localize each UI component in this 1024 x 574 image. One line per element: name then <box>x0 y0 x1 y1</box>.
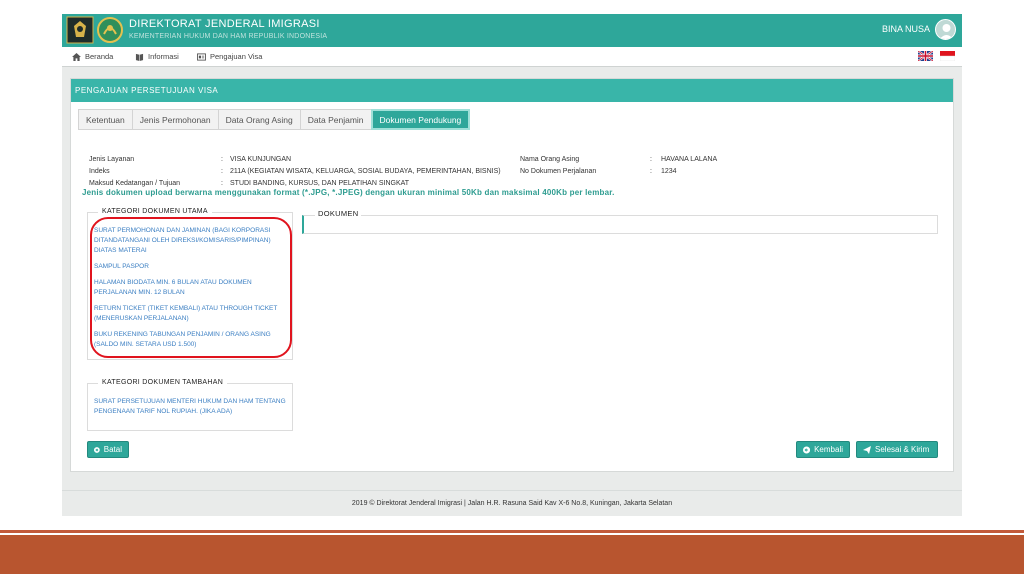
nav-item-label: Beranda <box>85 52 114 61</box>
nav-item-informasi[interactable]: Informasi <box>135 52 179 61</box>
avatar[interactable] <box>935 19 956 40</box>
slide: DIREKTORAT JENDERAL IMIGRASI KEMENTERIAN… <box>0 0 1024 574</box>
additional-category-title: KATEGORI DOKUMEN TAMBAHAN <box>98 379 228 386</box>
indonesia-flag[interactable] <box>940 51 955 61</box>
info-label-nama-orang-asing: Nama Orang Asing <box>520 156 580 163</box>
submit-button[interactable]: Selesai & Kirim <box>856 441 938 458</box>
english-flag[interactable] <box>918 51 933 61</box>
info-colon: : <box>650 168 652 175</box>
info-value-indeks: 211A (KEGIATAN WISATA, KELUARGA, SOSIAL … <box>230 168 501 175</box>
document-item[interactable]: RETURN TICKET (TIKET KEMBALI) ATAU THROU… <box>94 304 290 324</box>
document-item[interactable]: BUKU REKENING TABUNGAN PENJAMIN / ORANG … <box>94 330 290 350</box>
footer: 2019 © Direktorat Jenderal Imigrasi | Ja… <box>62 490 962 516</box>
home-icon <box>72 52 81 61</box>
book-icon <box>135 53 144 61</box>
back-button-label: Kembali <box>814 445 843 454</box>
info-label-no-dokumen: No Dokumen Perjalanan <box>520 168 597 175</box>
tab-data-orang-asing[interactable]: Data Orang Asing <box>217 109 300 130</box>
back-button[interactable]: Kembali <box>796 441 850 458</box>
tab-bar: Ketentuan Jenis Permohonan Data Orang As… <box>78 109 471 130</box>
app-title: DIREKTORAT JENDERAL IMIGRASI <box>129 18 320 30</box>
panel-title: PENGAJUAN PERSETUJUAN VISA <box>71 79 953 102</box>
slide-footer-band <box>0 535 1024 574</box>
documents-title: DOKUMEN <box>315 209 362 218</box>
nav-item-beranda[interactable]: Beranda <box>72 52 113 61</box>
info-colon: : <box>221 156 223 163</box>
info-value-no-dokumen: 1234 <box>661 168 677 175</box>
additional-document-category: KATEGORI DOKUMEN TAMBAHAN SURAT PERSETUJ… <box>87 379 293 431</box>
document-item[interactable]: SURAT PERSETUJUAN MENTERI HUKUM DAN HAM … <box>94 397 290 417</box>
info-colon: : <box>221 168 223 175</box>
app-subtitle: KEMENTERIAN HUKUM DAN HAM REPUBLIK INDON… <box>129 33 328 40</box>
send-icon <box>863 445 871 454</box>
info-colon: : <box>221 180 223 187</box>
tab-data-penjamin[interactable]: Data Penjamin <box>299 109 371 130</box>
upload-note: Jenis dokumen upload berwarna menggunaka… <box>82 188 615 197</box>
tab-dokumen-pendukung[interactable]: Dokumen Pendukung <box>370 109 471 130</box>
user-name[interactable]: BINA NUSA <box>882 24 930 34</box>
tab-ketentuan[interactable]: Ketentuan <box>78 109 132 130</box>
tab-jenis-permohonan[interactable]: Jenis Permohonan <box>131 109 218 130</box>
main-document-category: KATEGORI DOKUMEN UTAMA SURAT PERMOHONAN … <box>87 208 293 360</box>
slide-accent-line <box>0 530 1024 533</box>
document-item[interactable]: HALAMAN BIODATA MIN. 6 BULAN ATAU DOKUME… <box>94 278 290 298</box>
app-window: DIREKTORAT JENDERAL IMIGRASI KEMENTERIAN… <box>62 14 962 516</box>
nav-item-pengajuan-visa[interactable]: Pengajuan Visa <box>197 52 262 61</box>
nav-item-label: Informasi <box>148 52 179 61</box>
document-upload-area[interactable] <box>302 215 938 234</box>
submit-button-label: Selesai & Kirim <box>875 445 930 454</box>
info-label-indeks: Indeks <box>89 168 110 175</box>
id-card-icon <box>197 52 206 61</box>
main-category-title: KATEGORI DOKUMEN UTAMA <box>98 208 212 215</box>
info-value-jenis-layanan: VISA KUNJUNGAN <box>230 156 292 163</box>
info-value-maksud-kedatangan: STUDI BANDING, KURSUS, DAN PELATIHAN SIN… <box>230 180 410 187</box>
info-label-jenis-layanan: Jenis Layanan <box>89 156 135 163</box>
close-circle-icon <box>94 446 100 453</box>
info-label-maksud-kedatangan: Maksud Kedatangan / Tujuan <box>89 180 181 187</box>
header-bar: DIREKTORAT JENDERAL IMIGRASI KEMENTERIAN… <box>62 14 962 47</box>
arrow-left-circle-icon <box>803 445 811 454</box>
info-value-nama-orang-asing: HAVANA LALANA <box>661 156 718 163</box>
nav-bar: Beranda Informasi Pengajuan Visa <box>62 47 962 67</box>
info-colon: : <box>650 156 652 163</box>
nav-item-label: Pengajuan Visa <box>210 52 263 61</box>
imigrasi-logo <box>66 16 94 44</box>
cancel-button[interactable]: Batal <box>87 441 129 458</box>
user-icon <box>939 24 954 39</box>
document-item[interactable]: SAMPUL PASPOR <box>94 262 290 272</box>
document-item[interactable]: SURAT PERMOHONAN DAN JAMINAN (BAGI KORPO… <box>94 226 290 256</box>
cancel-button-label: Batal <box>103 445 122 454</box>
visa-application-panel: PENGAJUAN PERSETUJUAN VISA Ketentuan Jen… <box>70 78 954 472</box>
kemenkumham-logo <box>97 17 123 43</box>
